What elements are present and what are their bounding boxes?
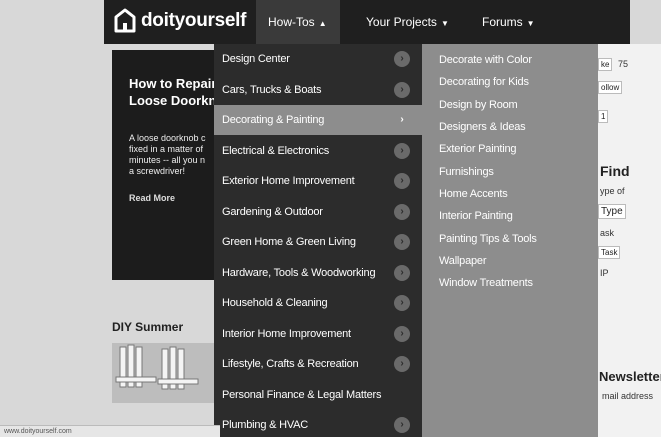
- menu-item-label: Electrical & Electronics: [222, 145, 330, 157]
- task-select[interactable]: Task: [598, 246, 621, 259]
- nav-how-tos-label: How-Tos: [268, 15, 315, 29]
- submenu-item[interactable]: Decorate with Color: [439, 54, 532, 66]
- menu-item-label: Household & Cleaning: [222, 297, 328, 309]
- adirondack-chairs-image[interactable]: [112, 343, 216, 403]
- menu-item-gardening-outdoor[interactable]: Gardening & Outdoor ›: [214, 197, 422, 227]
- chevron-right-icon: ›: [394, 326, 410, 342]
- chevron-right-icon: ›: [400, 114, 404, 125]
- menu-item-label: Lifestyle, Crafts & Recreation: [222, 358, 359, 370]
- task-label: ask: [600, 228, 615, 238]
- submenu-item[interactable]: Exterior Painting: [439, 143, 517, 155]
- menu-item-household-cleaning[interactable]: Household & Cleaning ›: [214, 288, 422, 318]
- hero-title[interactable]: How to Repair Loose Doorkn: [129, 75, 219, 109]
- type-of-label: ype of: [600, 186, 625, 196]
- site-logo[interactable]: doityourself: [114, 8, 246, 34]
- menu-item-hardware-tools-woodworking[interactable]: Hardware, Tools & Woodworking ›: [214, 258, 422, 288]
- menu-item-interior-home-improvement[interactable]: Interior Home Improvement ›: [214, 319, 422, 349]
- hero-description: A loose doorknob c fixed in a matter of …: [129, 133, 217, 177]
- menu-item-electrical-electronics[interactable]: Electrical & Electronics ›: [214, 136, 422, 166]
- read-more-link[interactable]: Read More: [129, 193, 175, 203]
- menu-item-cars-trucks-boats[interactable]: Cars, Trucks & Boats ›: [214, 75, 422, 105]
- task-select-value: Task: [601, 248, 618, 257]
- menu-item-lifestyle-crafts-recreation[interactable]: Lifestyle, Crafts & Recreation ›: [214, 349, 422, 379]
- top-nav-bar: doityourself How-Tos ▲ Your Projects ▼ For…: [104, 0, 630, 44]
- plusone-count[interactable]: 1: [598, 110, 609, 123]
- chevron-right-icon: ›: [394, 51, 410, 67]
- caret-down-icon: ▼: [526, 19, 535, 28]
- browser-status-bar: www.doityourself.com: [0, 425, 220, 437]
- logo-text: doityourself: [141, 10, 247, 31]
- menu-item-label: Interior Home Improvement: [222, 328, 351, 340]
- menu-item-design-center[interactable]: Design Center ›: [214, 44, 422, 74]
- menu-item-personal-finance-legal[interactable]: Personal Finance & Legal Matters: [214, 380, 422, 410]
- menu-item-label: Green Home & Green Living: [222, 236, 356, 248]
- chevron-right-icon: ›: [394, 356, 410, 372]
- nav-forums-label: Forums: [482, 15, 523, 29]
- hero-title-line: How to Repair: [129, 76, 217, 91]
- chevron-right-icon: ›: [394, 173, 410, 189]
- email-address-label: mail address: [602, 391, 654, 401]
- menu-item-label: Design Center: [222, 53, 290, 65]
- type-select-value: Type: [601, 206, 623, 217]
- zip-label: IP: [600, 268, 609, 278]
- chevron-right-icon: ›: [394, 143, 410, 159]
- plusone-value: 1: [601, 112, 606, 121]
- chevron-right-icon: ›: [394, 295, 410, 311]
- follow-label: ollow: [601, 83, 620, 92]
- submenu-item[interactable]: Interior Painting: [439, 210, 513, 222]
- nav-how-tos[interactable]: How-Tos ▲: [256, 0, 340, 44]
- caret-up-icon: ▲: [318, 19, 327, 28]
- hero-text-line: A loose doorknob c: [129, 133, 206, 143]
- type-select[interactable]: Type: [598, 204, 626, 219]
- menu-item-plumbing-hvac[interactable]: Plumbing & HVAC ›: [214, 410, 422, 437]
- facebook-like-button[interactable]: ke: [598, 58, 613, 71]
- chevron-right-icon: ›: [394, 234, 410, 250]
- hero-text-line: a screwdriver!: [129, 166, 186, 176]
- menu-item-label: Decorating & Painting: [222, 114, 325, 126]
- menu-item-decorating-painting[interactable]: Decorating & Painting ›: [214, 105, 422, 135]
- chevron-right-icon: ›: [394, 417, 410, 433]
- newsletter-heading: Newsletter: [599, 369, 661, 384]
- chevron-right-icon: ›: [394, 265, 410, 281]
- decorating-submenu: Decorate with Color Decorating for Kids …: [422, 44, 598, 437]
- like-label: ke: [601, 60, 610, 69]
- chevron-right-icon: ›: [394, 82, 410, 98]
- hero-text-line: minutes -- all you n: [129, 155, 206, 165]
- submenu-item[interactable]: Window Treatments: [439, 277, 533, 289]
- follow-button[interactable]: ollow: [598, 81, 623, 94]
- menu-item-label: Cars, Trucks & Boats: [222, 84, 322, 96]
- menu-item-green-home-living[interactable]: Green Home & Green Living ›: [214, 227, 422, 257]
- hero-title-line: Loose Doorkn: [129, 93, 217, 108]
- house-icon: [114, 8, 136, 34]
- nav-your-projects-label: Your Projects: [366, 15, 437, 29]
- submenu-item[interactable]: Home Accents: [439, 188, 508, 200]
- submenu-item[interactable]: Designers & Ideas: [439, 121, 526, 133]
- submenu-item[interactable]: Decorating for Kids: [439, 76, 529, 88]
- nav-your-projects[interactable]: Your Projects ▼: [356, 0, 459, 44]
- menu-item-label: Exterior Home Improvement: [222, 175, 355, 187]
- find-heading: Find: [600, 163, 630, 179]
- menu-item-exterior-home-improvement[interactable]: Exterior Home Improvement ›: [214, 166, 422, 196]
- section-title: DIY Summer: [112, 320, 184, 334]
- submenu-item[interactable]: Wallpaper: [439, 255, 487, 267]
- like-count: 75: [618, 59, 629, 69]
- submenu-item[interactable]: Design by Room: [439, 99, 518, 111]
- menu-item-label: Personal Finance & Legal Matters: [222, 389, 382, 401]
- how-tos-dropdown: Design Center › Cars, Trucks & Boats › Dec…: [214, 44, 422, 437]
- hero-text-line: fixed in a matter of: [129, 144, 204, 154]
- chevron-right-icon: ›: [394, 204, 410, 220]
- caret-down-icon: ▼: [440, 19, 449, 28]
- submenu-item[interactable]: Painting Tips & Tools: [439, 233, 537, 245]
- submenu-item[interactable]: Furnishings: [439, 166, 494, 178]
- menu-item-label: Plumbing & HVAC: [222, 419, 309, 431]
- menu-item-label: Hardware, Tools & Woodworking: [222, 267, 376, 279]
- nav-forums[interactable]: Forums ▼: [472, 0, 545, 44]
- menu-item-label: Gardening & Outdoor: [222, 206, 323, 218]
